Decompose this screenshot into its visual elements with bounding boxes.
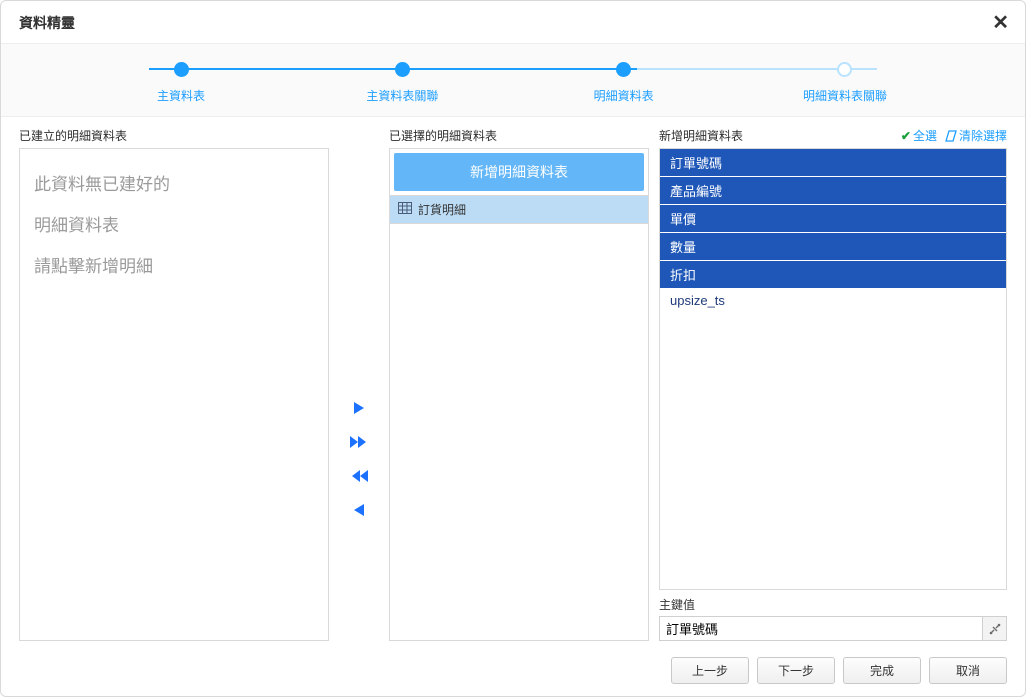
primary-key-label: 主鍵值 [659,596,1007,613]
step-main-table[interactable]: 主資料表 [141,62,221,104]
field-label: 折扣 [670,268,696,283]
field-label: 數量 [670,240,696,255]
add-detail-button[interactable]: 新增明細資料表 [394,153,644,191]
move-all-left-icon[interactable] [349,468,369,484]
placeholder-text: 此資料無已建好的 [28,165,320,206]
step-dot-icon [837,62,852,77]
prev-button[interactable]: 上一步 [671,657,749,684]
new-detail-heading: 新增明細資料表 ✔ 全選 清除選擇 [659,127,1007,144]
move-all-right-icon[interactable] [349,434,369,450]
step-dot-icon [616,62,631,77]
dialog-title: 資料精靈 [19,13,75,33]
field-label: 訂單號碼 [670,156,722,171]
select-all-label: 全選 [913,127,937,144]
step-detail-table[interactable]: 明細資料表 [584,62,664,104]
finish-button[interactable]: 完成 [843,657,921,684]
move-left-icon[interactable] [352,502,366,518]
cancel-button[interactable]: 取消 [929,657,1007,684]
step-main-relation[interactable]: 主資料表關聯 [362,62,442,104]
wizard-body: 已建立的明細資料表 此資料無已建好的 明細資料表 請點擊新增明細 [1,117,1025,649]
selected-details-column: 已選擇的明細資料表 新增明細資料表 訂貨明細 [389,127,649,641]
primary-key-tool-icon[interactable] [982,617,1006,640]
primary-key-input[interactable] [660,617,982,640]
step-label: 主資料表 [157,87,205,104]
step-label: 明細資料表 [594,87,654,104]
field-row[interactable]: 數量 [660,233,1006,261]
field-label: 單價 [670,212,696,227]
detail-table-item[interactable]: 訂貨明細 [390,195,648,224]
existing-details-heading: 已建立的明細資料表 [19,127,329,144]
placeholder-text: 明細資料表 [28,206,320,247]
clear-selection-label: 清除選擇 [959,127,1007,144]
step-label: 明細資料表關聯 [803,87,887,104]
placeholder-text: 請點擊新增明細 [28,247,320,288]
selected-details-heading: 已選擇的明細資料表 [389,127,649,144]
dialog-header: 資料精靈 ✕ [1,1,1025,43]
new-detail-column: 新增明細資料表 ✔ 全選 清除選擇 訂單號碼 產品編號 [659,127,1007,641]
table-icon [398,202,412,217]
close-icon[interactable]: ✕ [992,13,1009,33]
primary-key-input-wrap [659,616,1007,641]
field-row[interactable]: upsize_ts [660,289,1006,313]
step-dot-icon [395,62,410,77]
data-wizard-dialog: 資料精靈 ✕ 主資料表 主資料表關聯 明細資料表 明細資料表關聯 [0,0,1026,697]
transfer-controls [339,127,379,641]
existing-details-column: 已建立的明細資料表 此資料無已建好的 明細資料表 請點擊新增明細 [19,127,329,641]
existing-details-panel: 此資料無已建好的 明細資料表 請點擊新增明細 [19,148,329,641]
field-row[interactable]: 產品編號 [660,177,1006,205]
step-dot-icon [174,62,189,77]
check-icon: ✔ [901,129,911,143]
step-label: 主資料表關聯 [366,87,438,104]
eraser-icon [945,130,957,142]
select-all-button[interactable]: ✔ 全選 [901,127,937,144]
field-row[interactable]: 訂單號碼 [660,149,1006,177]
field-label: upsize_ts [670,293,725,308]
detail-table-label: 訂貨明細 [418,201,466,218]
new-detail-heading-text: 新增明細資料表 [659,127,743,144]
stepper: 主資料表 主資料表關聯 明細資料表 明細資料表關聯 [1,43,1025,117]
step-detail-relation[interactable]: 明細資料表關聯 [805,62,885,104]
move-right-icon[interactable] [352,400,366,416]
fields-list: 訂單號碼 產品編號 單價 數量 折扣 upsize_ts [659,148,1007,590]
field-row[interactable]: 單價 [660,205,1006,233]
selected-details-panel: 新增明細資料表 訂貨明細 [389,148,649,641]
primary-key-block: 主鍵值 [659,596,1007,641]
next-button[interactable]: 下一步 [757,657,835,684]
dialog-footer: 上一步 下一步 完成 取消 [1,649,1025,696]
field-row[interactable]: 折扣 [660,261,1006,289]
field-label: 產品編號 [670,184,722,199]
step-track [149,68,877,70]
clear-selection-button[interactable]: 清除選擇 [945,127,1007,144]
